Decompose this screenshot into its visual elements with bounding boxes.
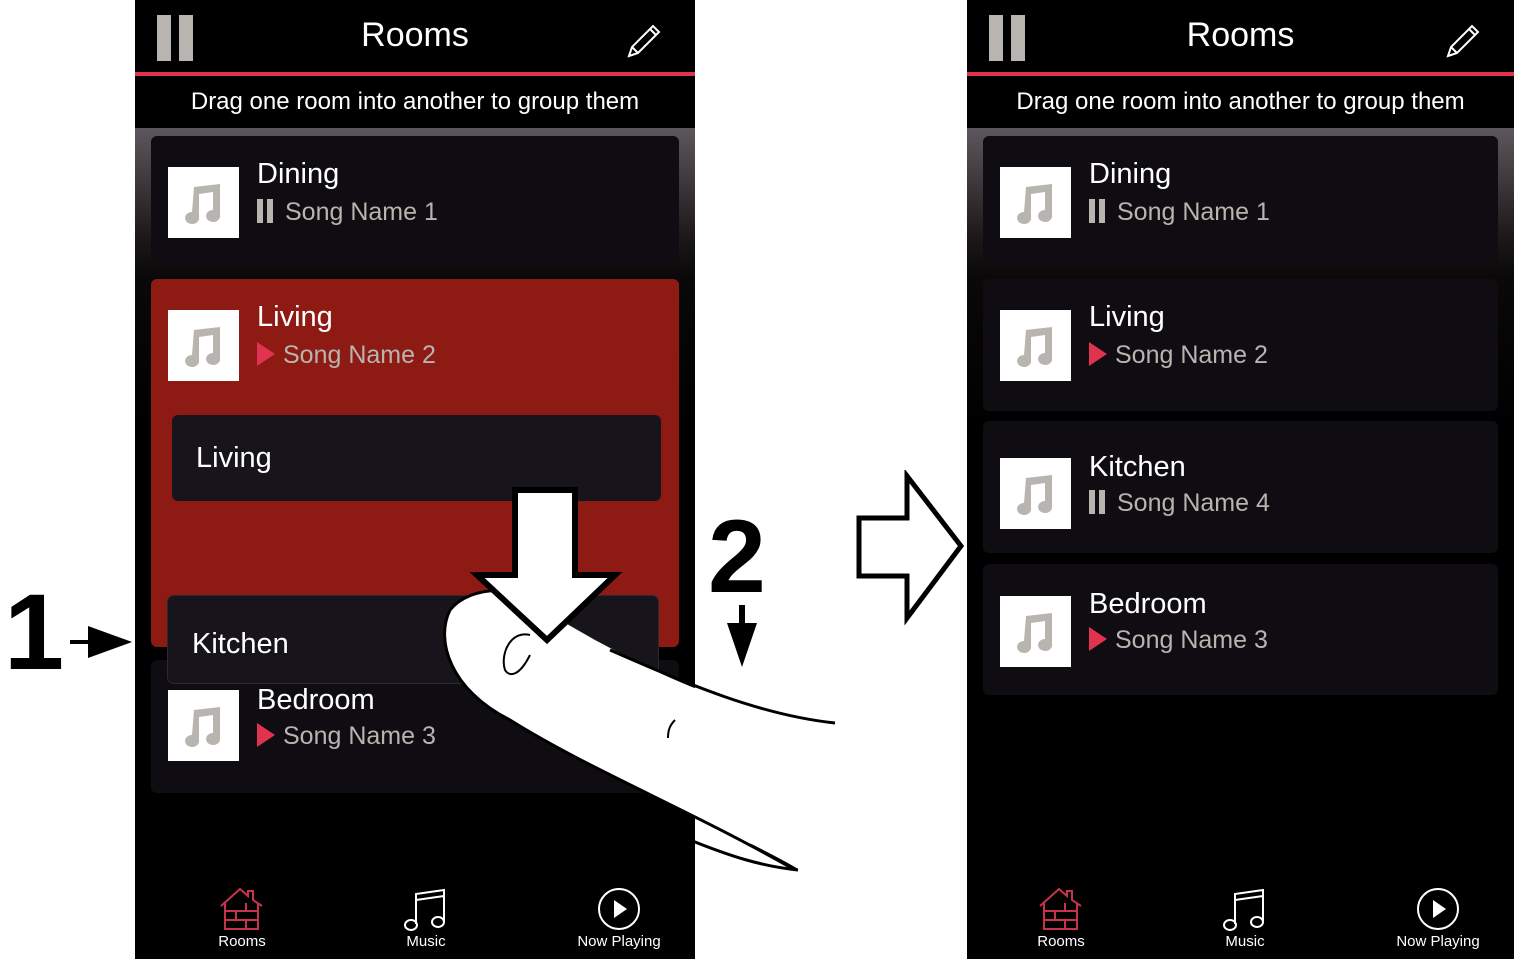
page-title: Rooms <box>361 16 469 54</box>
song-line: Song Name 1 <box>1089 198 1270 227</box>
album-art <box>1000 596 1071 667</box>
album-art <box>1000 310 1071 381</box>
room-name: Living <box>1089 301 1165 333</box>
room-name: Bedroom <box>257 684 375 716</box>
nav-label: Rooms <box>1037 933 1085 950</box>
play-circle-icon <box>1417 888 1459 930</box>
room-name: Dining <box>257 158 340 190</box>
nav-music[interactable]: Music <box>1175 864 1315 950</box>
room-card-dining[interactable]: Dining Song Name 1 <box>983 136 1498 266</box>
music-note-icon <box>185 327 221 367</box>
song-line: Song Name 3 <box>1089 626 1268 655</box>
music-note-icon <box>1223 888 1264 931</box>
song-name: Song Name 2 <box>1115 341 1268 369</box>
song-name: Song Name 1 <box>285 198 438 226</box>
room-name: Kitchen <box>1089 451 1186 483</box>
bottom-nav: Rooms Music Now Playing <box>967 864 1514 959</box>
room-list: Dining Song Name 1 Living Song Name 2 Ki… <box>967 128 1514 959</box>
music-note-icon <box>1017 613 1053 653</box>
house-icon <box>220 887 263 930</box>
music-note-icon <box>1017 475 1053 515</box>
song-name: Song Name 2 <box>283 341 436 369</box>
room-card-bedroom[interactable]: Bedroom Song Name 3 <box>983 564 1498 695</box>
nav-rooms[interactable]: Rooms <box>991 864 1131 950</box>
house-icon <box>1039 887 1082 930</box>
room-card-dining[interactable]: Dining Song Name 1 <box>151 136 679 266</box>
header-bar: Rooms <box>135 0 695 72</box>
album-art <box>168 167 239 238</box>
music-note-icon <box>185 184 221 224</box>
drag-hint: Drag one room into another to group them <box>1016 88 1465 115</box>
album-art <box>168 310 239 381</box>
paused-icon <box>1089 199 1109 223</box>
song-name: Song Name 1 <box>1117 198 1270 226</box>
room-name: Dining <box>1089 158 1172 190</box>
nav-label: Music <box>406 933 446 950</box>
song-line: Song Name 4 <box>1089 489 1270 518</box>
song-line: Song Name 3 <box>257 722 436 751</box>
transition-arrow-icon <box>856 470 965 626</box>
playing-icon <box>257 723 275 747</box>
music-note-icon <box>1017 184 1053 224</box>
song-line: Song Name 1 <box>257 198 438 227</box>
page-title: Rooms <box>1186 16 1295 54</box>
step-number-1: 1 <box>4 571 65 692</box>
playing-icon <box>1089 342 1107 366</box>
drag-hint: Drag one room into another to group them <box>190 88 640 115</box>
album-art <box>168 690 239 761</box>
pencil-edit-icon[interactable] <box>623 22 663 62</box>
song-name: Song Name 3 <box>1115 626 1268 654</box>
music-note-icon <box>185 707 221 747</box>
nav-now-playing[interactable]: Now Playing <box>1368 864 1508 950</box>
paused-icon <box>257 199 277 223</box>
nav-label: Music <box>1225 933 1265 950</box>
playing-icon <box>257 342 275 366</box>
nav-rooms[interactable]: Rooms <box>172 864 312 950</box>
nav-label: Now Playing <box>1396 933 1480 950</box>
album-art <box>1000 167 1071 238</box>
room-card-kitchen[interactable]: Kitchen Song Name 4 <box>983 421 1498 553</box>
song-line: Song Name 2 <box>1089 341 1268 370</box>
room-name: Living <box>257 301 333 333</box>
song-line: Song Name 2 <box>257 341 436 370</box>
song-name: Song Name 3 <box>283 722 436 750</box>
paused-icon <box>1089 490 1109 514</box>
room-card-living[interactable]: Living Song Name 2 <box>983 279 1498 411</box>
pencil-edit-icon[interactable] <box>1442 22 1482 62</box>
arrow-right-icon <box>70 626 132 658</box>
finger-outline-lower <box>690 838 799 872</box>
album-art <box>1000 458 1071 529</box>
phone-screen-after: Rooms Drag one room into another to grou… <box>967 0 1514 959</box>
room-name: Bedroom <box>1089 588 1207 620</box>
music-note-icon <box>1017 327 1053 367</box>
song-name: Song Name 4 <box>1117 489 1270 517</box>
nav-label: Now Playing <box>577 933 661 950</box>
playing-icon <box>1089 627 1107 651</box>
nav-label: Rooms <box>218 933 266 950</box>
header-bar: Rooms <box>967 0 1514 72</box>
